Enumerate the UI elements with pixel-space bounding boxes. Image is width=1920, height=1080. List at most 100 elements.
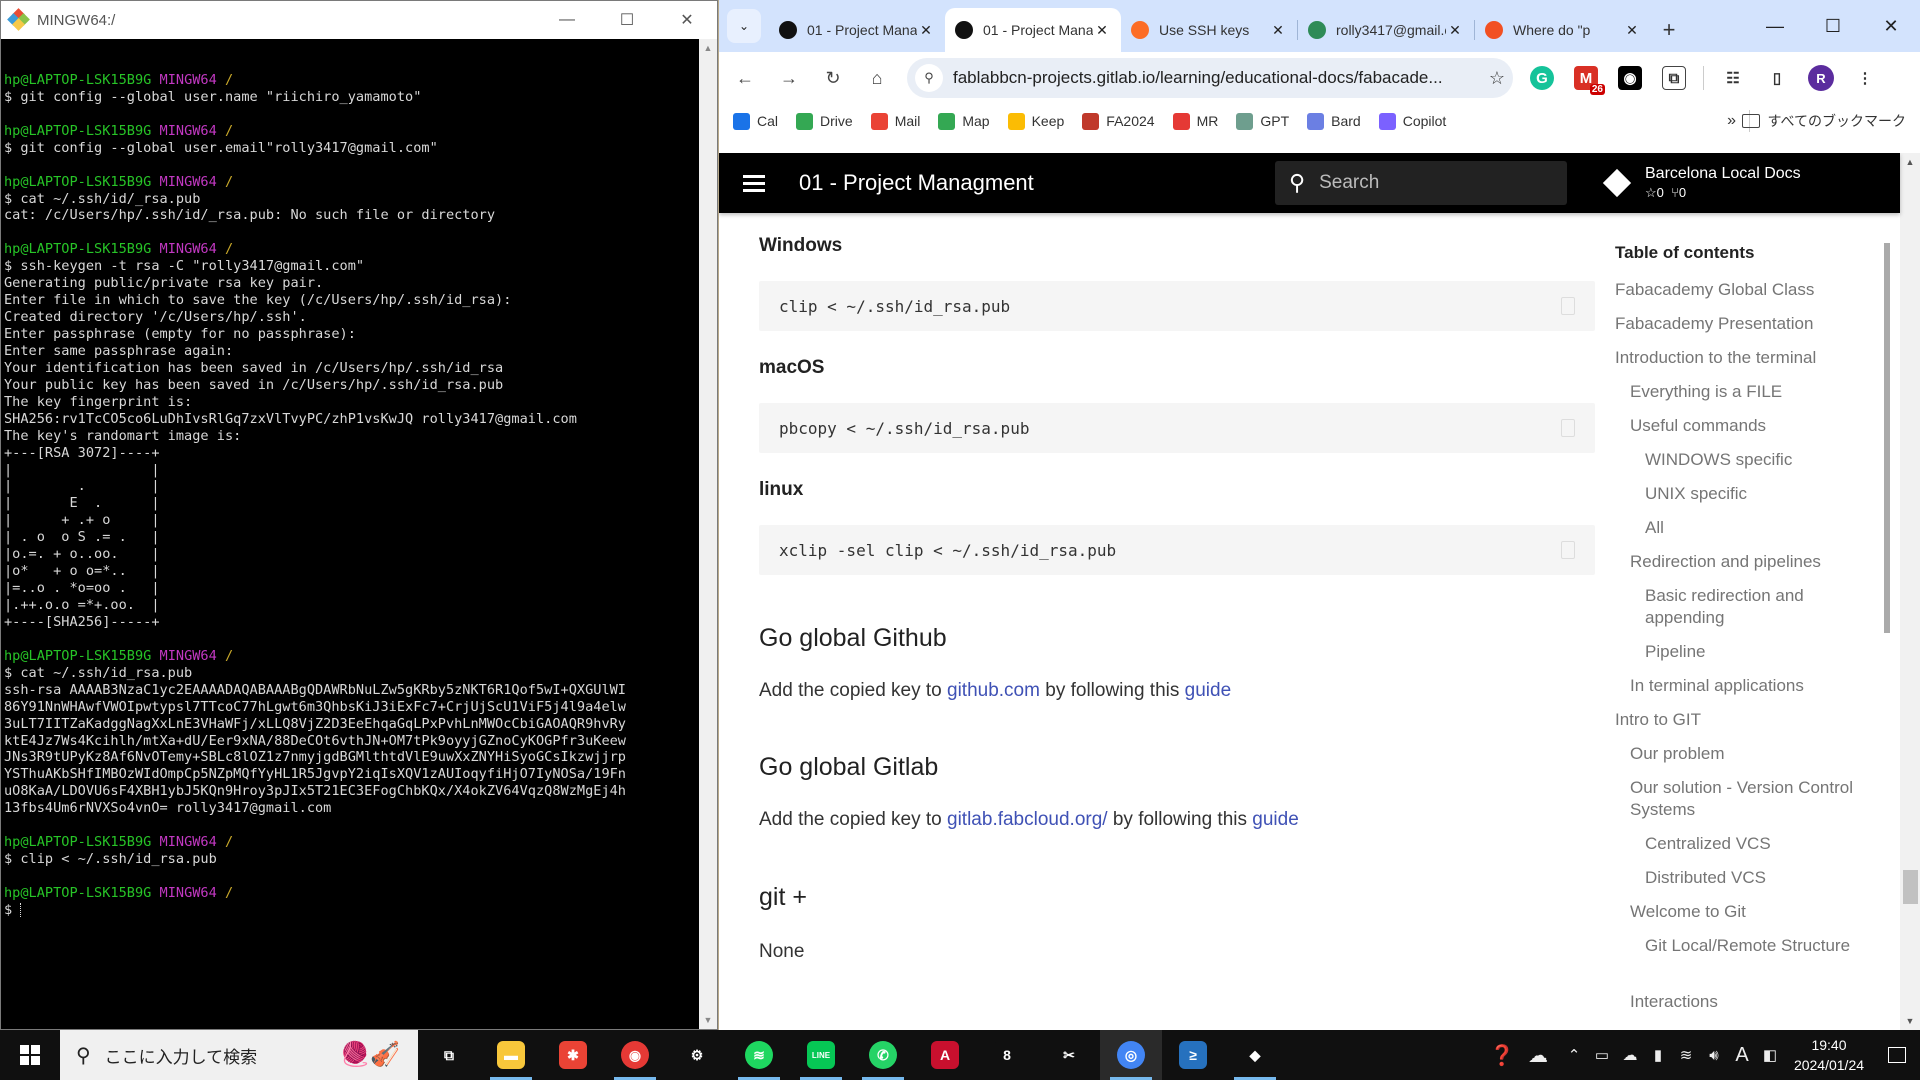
toc-item[interactable]: Interactions [1630,991,1855,1013]
toc-item[interactable]: Everything is a FILE [1630,381,1855,403]
extensions-extension-icon[interactable]: ⧉ [1659,63,1689,93]
show-hidden-icons-chevron-icon[interactable]: ⌃ [1560,1046,1588,1064]
scroll-down-icon[interactable]: ▼ [1900,1016,1920,1026]
page-scrollbar[interactable]: ▲ ▼ [1900,153,1920,1030]
grammarly-extension-icon[interactable]: G [1527,63,1557,93]
start-button[interactable] [0,1030,60,1080]
profile-avatar[interactable]: R [1806,63,1836,93]
bookmark-drive[interactable]: Drive [796,112,853,130]
browser-tab[interactable]: Where do "p ✕ [1475,8,1651,52]
scroll-down-icon[interactable]: ▼ [699,1011,717,1029]
taskbar-chrome[interactable]: ◎ [1100,1030,1162,1080]
bookmark-cal[interactable]: Cal [733,112,778,130]
toc-item[interactable]: Useful commands [1630,415,1855,437]
taskbar-task-view[interactable]: ⧉ [418,1030,480,1080]
bookmarks-overflow-button[interactable]: » [1727,112,1736,130]
gitlab-guide-link[interactable]: guide [1252,809,1299,830]
chatgpt-extension-icon[interactable]: ◉ [1615,63,1645,93]
browser-tab[interactable]: Use SSH keys ✕ [1121,8,1297,52]
browser-minimize-button[interactable]: — [1746,0,1804,52]
tab-search-button[interactable]: ⌄ [727,9,761,43]
tab-close-icon[interactable]: ✕ [1623,22,1641,39]
scroll-up-icon[interactable]: ▲ [1900,157,1920,167]
menu-kebab-icon[interactable]: ⋮ [1850,63,1880,93]
bookmark-fa2024[interactable]: FA2024 [1082,112,1155,130]
new-tab-button[interactable]: + [1651,8,1687,52]
code-block-linux[interactable]: xclip -sel clip < ~/.ssh/id_rsa.pub [759,525,1595,575]
volume-icon[interactable]: 🔊︎ [1700,1047,1728,1064]
bookmark-map[interactable]: Map [938,112,990,130]
onedrive-icon[interactable]: ☁ [1616,1046,1644,1064]
toc-item[interactable]: WINDOWS specific [1645,449,1855,471]
address-bar[interactable]: ⚲ fablabbcn-projects.gitlab.io/learning/… [907,58,1513,98]
tab-close-icon[interactable]: ✕ [1093,22,1111,39]
ime-pad-icon[interactable]: ◧ [1756,1046,1784,1064]
terminal-window[interactable]: MINGW64:/ — ☐ ✕ hp@LAPTOP-LSK15B9G MINGW… [0,0,718,1030]
ime-mode-indicator[interactable]: A [1728,1044,1756,1067]
code-block-windows[interactable]: clip < ~/.ssh/id_rsa.pub [759,281,1595,331]
scroll-up-icon[interactable]: ▲ [699,39,717,57]
copy-icon[interactable] [1561,419,1575,437]
github-link[interactable]: github.com [947,680,1040,701]
notification-center-button[interactable] [1874,1030,1920,1080]
copy-icon[interactable] [1561,297,1575,315]
maximize-button[interactable]: ☐ [597,1,657,39]
taskbar-recorder[interactable]: ◉ [604,1030,666,1080]
taskbar-settings[interactable]: ⚙ [666,1030,728,1080]
taskbar-whatsapp[interactable]: ✆ [852,1030,914,1080]
close-button[interactable]: ✕ [657,1,717,39]
taskbar-rhino-8[interactable]: 8 [976,1030,1038,1080]
taskbar-spotify[interactable]: ≋ [728,1030,790,1080]
battery-icon[interactable]: ▮ [1644,1046,1672,1064]
copy-icon[interactable] [1561,541,1575,559]
all-bookmarks-button[interactable]: すべてのブックマーク [1741,111,1906,131]
toc-item[interactable]: Pipeline [1645,641,1855,663]
toc-item[interactable]: In terminal applications [1630,675,1855,697]
toc-item[interactable]: Our solution - Version Control Systems [1630,777,1855,821]
bookmark-star-icon[interactable]: ☆ [1489,68,1505,89]
bookmark-bard[interactable]: Bard [1307,112,1361,130]
bookmark-copilot[interactable]: Copilot [1378,112,1446,130]
browser-tab[interactable]: 01 - Project Managment✕ [769,8,945,52]
taskbar-google-photos[interactable]: ✱ [542,1030,604,1080]
browser-close-button[interactable]: ✕ [1862,0,1920,52]
toc-item[interactable]: UNIX specific [1645,483,1855,505]
toc-item[interactable]: Welcome to Git [1630,901,1855,923]
browser-tab[interactable]: 01 - Project Managment✕ [945,8,1121,52]
taskbar-search[interactable]: ⚲ ここに入力して検索 🧶🎻 [60,1030,418,1080]
bookmark-mail[interactable]: Mail [870,112,920,130]
toc-item[interactable]: Distributed VCS [1645,867,1855,889]
tab-close-icon[interactable]: ✕ [1446,22,1464,39]
taskbar-snipping-tool[interactable]: ✂ [1038,1030,1100,1080]
taskbar-autocad-lt[interactable]: A [914,1030,976,1080]
site-info-icon[interactable]: ⚲ [915,64,943,92]
taskbar-powershell[interactable]: ≥ [1162,1030,1224,1080]
toc-item[interactable]: Centralized VCS [1645,833,1855,855]
taskbar-git-bash[interactable]: ◆ [1224,1030,1286,1080]
gmail-checker-extension-icon[interactable]: M 26 [1571,63,1605,95]
toc-item[interactable]: Introduction to the terminal [1615,347,1855,369]
toc-item[interactable]: Basic redirection and appending [1645,585,1855,629]
toc-item[interactable]: Our problem [1630,743,1855,765]
minimize-button[interactable]: — [537,1,597,39]
bookmark-mr[interactable]: MR [1172,112,1218,130]
weather-icon[interactable]: ☁ [1516,1043,1560,1068]
scrollbar-thumb[interactable] [1903,870,1918,904]
forward-button[interactable]: → [771,60,807,96]
hamburger-menu-icon[interactable] [743,171,765,196]
toc-item[interactable]: All [1645,517,1855,539]
repo-link[interactable]: Barcelona Local Docs ☆0 ⑂0 [1602,165,1801,201]
search-input[interactable]: ⚲ Search [1275,161,1567,205]
back-button[interactable]: ← [727,60,763,96]
help-icon[interactable]: ❓ [1488,1043,1516,1068]
toc-item[interactable]: Redirection and pipelines [1630,551,1855,573]
toc-item[interactable]: Fabacademy Presentation [1615,313,1855,335]
browser-maximize-button[interactable]: ☐ [1804,0,1862,52]
side-panel-icon[interactable]: ▯ [1762,63,1792,93]
home-button[interactable]: ⌂ [859,60,895,96]
browser-window[interactable]: ⌄ 01 - Project Managment✕01 - Project Ma… [719,0,1920,1030]
tab-close-icon[interactable]: ✕ [917,22,935,39]
bookmark-keep[interactable]: Keep [1007,112,1064,130]
toc-item[interactable]: Git Local/Remote Structure [1645,935,1855,957]
taskbar-line[interactable]: LINE [790,1030,852,1080]
